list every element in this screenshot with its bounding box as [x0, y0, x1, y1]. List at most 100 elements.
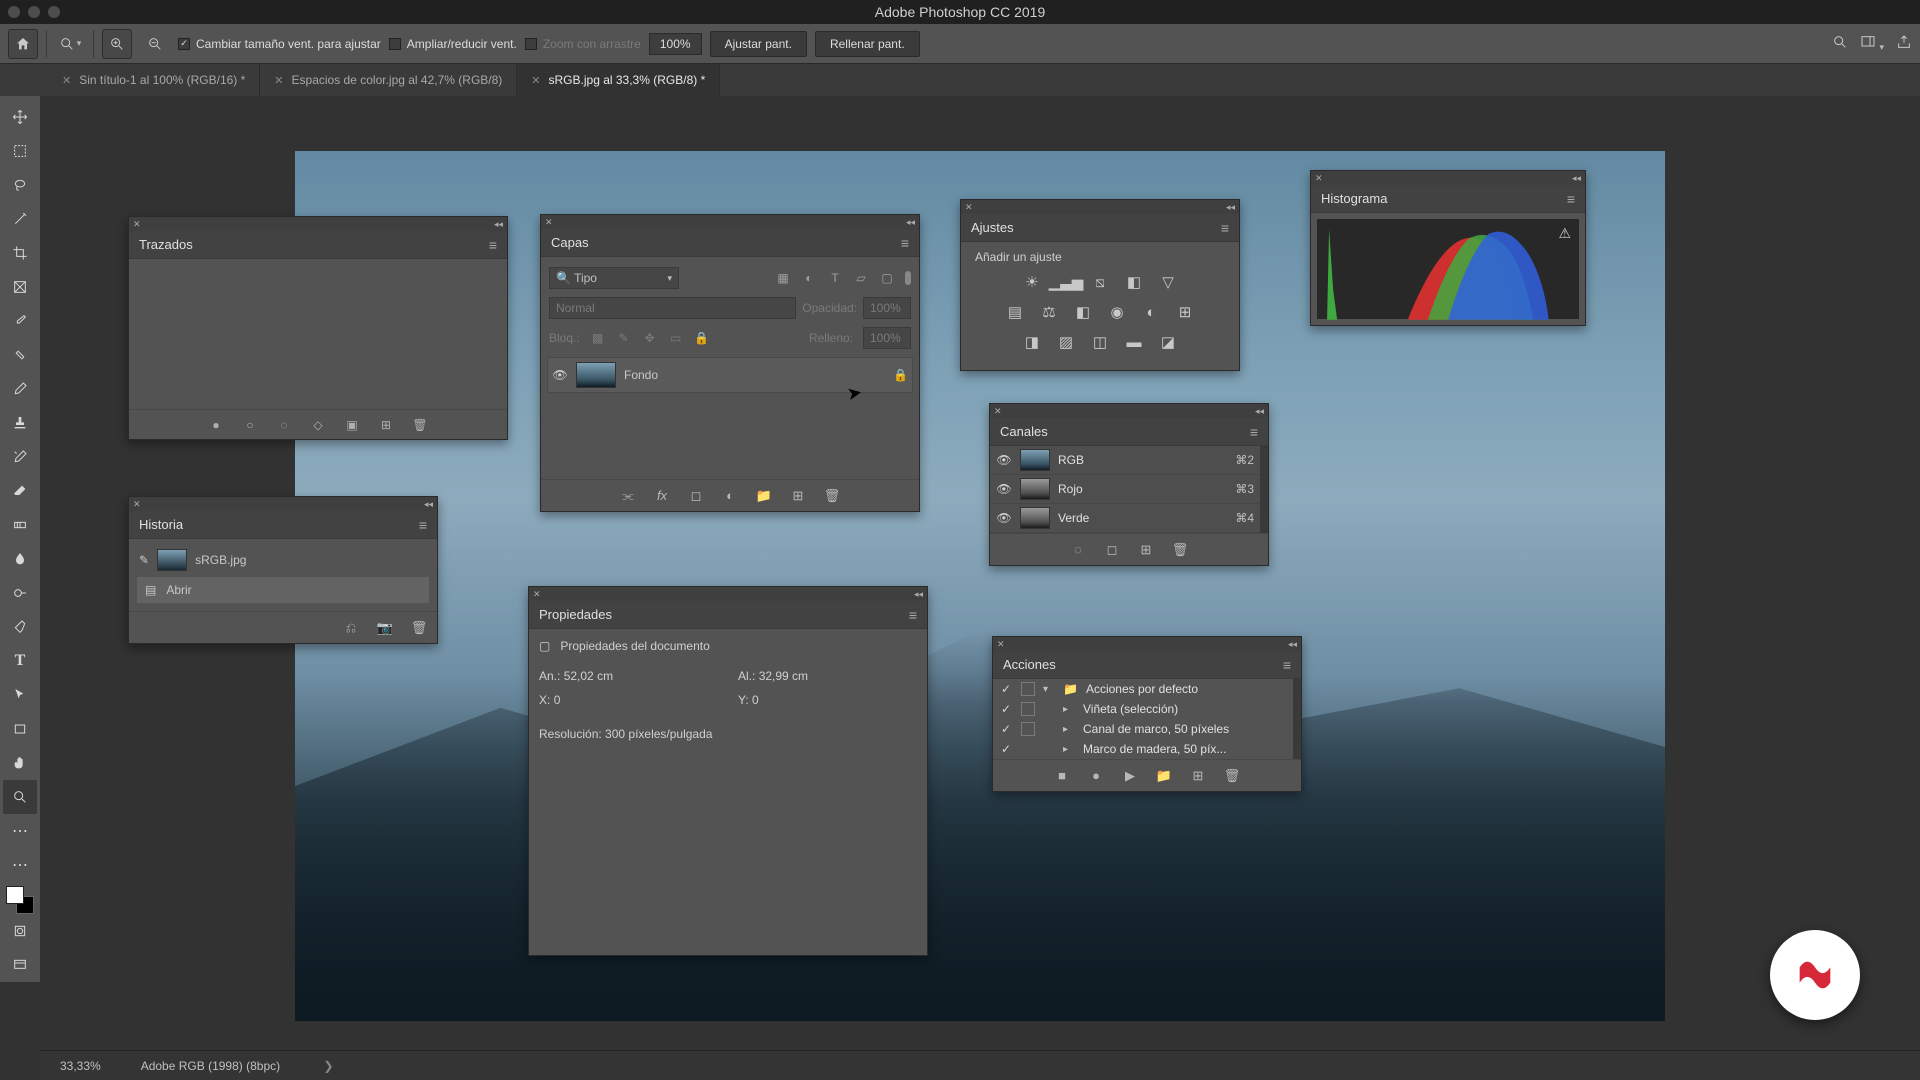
lookup-icon[interactable]: ⊞ [1175, 302, 1195, 322]
zoom-percentage-input[interactable]: 100% [649, 33, 702, 55]
chevron-right-icon[interactable]: ▸ [1063, 704, 1075, 715]
channel-mixer-icon[interactable]: ◐ [1141, 302, 1161, 322]
frame-tool[interactable] [3, 270, 37, 304]
curves-icon[interactable]: ⧅ [1090, 272, 1110, 292]
channel-item[interactable]: 👁RGB⌘2 [990, 446, 1260, 475]
collapse-icon[interactable]: ◂◂ [494, 219, 503, 230]
layer-filter-select[interactable]: 🔍 Tipo▾ [549, 267, 679, 289]
check-icon[interactable]: ✓ [999, 702, 1013, 716]
close-icon[interactable]: ✕ [531, 74, 540, 87]
blend-mode-select[interactable]: Normal [549, 297, 796, 319]
chevron-right-icon[interactable]: ❯ [320, 1059, 333, 1073]
invert-icon[interactable]: ◨ [1022, 332, 1042, 352]
zoom-in-button[interactable] [102, 29, 132, 59]
zoom-out-button[interactable] [140, 29, 170, 59]
posterize-icon[interactable]: ▨ [1056, 332, 1076, 352]
path-select-tool[interactable] [3, 678, 37, 712]
stroke-path-icon[interactable]: ○ [242, 417, 258, 433]
panel-menu-icon[interactable]: ≡ [489, 237, 497, 253]
panel-menu-icon[interactable]: ≡ [901, 235, 909, 251]
save-sel-icon[interactable]: ◻ [1104, 542, 1120, 558]
chevron-right-icon[interactable]: ▸ [1063, 724, 1075, 735]
filter-adjust-icon[interactable]: ◐ [801, 270, 817, 286]
home-button[interactable] [8, 29, 38, 59]
history-source[interactable]: ✎ sRGB.jpg [135, 545, 431, 575]
lasso-tool[interactable] [3, 168, 37, 202]
collapse-icon[interactable]: ◂◂ [1288, 639, 1297, 650]
load-sel-icon[interactable]: ◌ [1070, 542, 1086, 558]
close-icon[interactable]: ✕ [62, 74, 71, 87]
collapse-icon[interactable]: ◂◂ [1572, 173, 1581, 184]
exposure-icon[interactable]: ◧ [1124, 272, 1144, 292]
selective-color-icon[interactable]: ◪ [1158, 332, 1178, 352]
record-icon[interactable]: ● [1088, 768, 1104, 784]
levels-icon[interactable]: ▁▃▅ [1056, 272, 1076, 292]
new-layer-icon[interactable]: ⊞ [790, 488, 806, 504]
lock-artboard-icon[interactable]: ▭ [668, 330, 684, 346]
panel-layers[interactable]: ✕◂◂ Capas≡ 🔍 Tipo▾ ▦ ◐ T ▱ ▢ Normal Opac… [540, 214, 920, 512]
hand-tool[interactable] [3, 746, 37, 780]
pen-tool[interactable] [3, 610, 37, 644]
brush-tool[interactable] [3, 372, 37, 406]
new-set-icon[interactable]: 📁 [1156, 768, 1172, 784]
minimize-window-icon[interactable] [28, 6, 40, 18]
tab-document-3[interactable]: ✕sRGB.jpg al 33,3% (RGB/8) * [517, 64, 720, 96]
close-icon[interactable]: ✕ [1315, 173, 1323, 184]
adjustment-layer-icon[interactable]: ◐ [722, 488, 738, 504]
hue-icon[interactable]: ▤ [1005, 302, 1025, 322]
new-channel-icon[interactable]: ⊞ [1138, 542, 1154, 558]
more-tools-icon[interactable]: ⋯ [3, 814, 37, 848]
healing-tool[interactable] [3, 338, 37, 372]
modal-box[interactable] [1021, 682, 1035, 696]
modal-box[interactable] [1021, 722, 1035, 736]
eraser-tool[interactable] [3, 474, 37, 508]
panel-properties[interactable]: ✕◂◂ Propiedades≡ ▢ Propiedades del docum… [528, 586, 928, 956]
search-icon[interactable] [1832, 34, 1848, 53]
stop-icon[interactable]: ■ [1054, 768, 1070, 784]
lock-all-icon[interactable]: 🔒 [694, 330, 710, 346]
filter-smart-icon[interactable]: ▢ [879, 270, 895, 286]
wand-tool[interactable] [3, 202, 37, 236]
lock-icon[interactable]: 🔒 [893, 368, 908, 382]
delete-icon[interactable]: 🗑 [1172, 542, 1188, 558]
action-item[interactable]: ✓▸Marco de madera, 50 píx... [993, 739, 1293, 759]
filter-pixel-icon[interactable]: ▦ [775, 270, 791, 286]
history-brush-source-icon[interactable]: ✎ [139, 553, 149, 567]
collapse-icon[interactable]: ◂◂ [1255, 406, 1264, 417]
layer-fx-icon[interactable]: fx [654, 488, 670, 504]
scrollbar[interactable] [1293, 679, 1301, 759]
link-layers-icon[interactable]: ⫘ [620, 488, 636, 504]
threshold-icon[interactable]: ◫ [1090, 332, 1110, 352]
delete-icon[interactable]: 🗑 [1224, 768, 1240, 784]
action-folder[interactable]: ✓▾📁Acciones por defecto [993, 679, 1293, 699]
bw-icon[interactable]: ◧ [1073, 302, 1093, 322]
close-icon[interactable]: ✕ [133, 499, 141, 510]
modal-box[interactable] [1021, 742, 1035, 756]
visibility-icon[interactable]: 👁 [996, 482, 1012, 496]
add-mask-icon[interactable]: ▣ [344, 417, 360, 433]
lock-paint-icon[interactable]: ✎ [616, 330, 632, 346]
filter-toggle-icon[interactable] [905, 271, 911, 285]
chevron-right-icon[interactable]: ▸ [1063, 744, 1075, 755]
add-mask-icon[interactable]: ◻ [688, 488, 704, 504]
color-swatches[interactable] [6, 886, 34, 914]
panel-menu-icon[interactable]: ≡ [419, 517, 427, 533]
panel-histogram[interactable]: ✕◂◂ Histograma≡ ⚠ [1310, 170, 1586, 326]
fill-path-icon[interactable]: ● [208, 417, 224, 433]
rectangle-tool[interactable] [3, 712, 37, 746]
resize-window-checkbox[interactable]: ✓Cambiar tamaño vent. para ajustar [178, 37, 381, 51]
channel-item[interactable]: 👁Rojo⌘3 [990, 475, 1260, 504]
panel-channels[interactable]: ✕◂◂ Canales≡ 👁RGB⌘2 👁Rojo⌘3 👁Verde⌘4 ◌ ◻… [989, 403, 1269, 566]
gradient-map-icon[interactable]: ▬ [1124, 332, 1144, 352]
filter-shape-icon[interactable]: ▱ [853, 270, 869, 286]
close-icon[interactable]: ✕ [997, 639, 1005, 650]
scrollbar[interactable] [1260, 446, 1268, 533]
zoom-all-windows-checkbox[interactable]: Ampliar/reducir vent. [389, 37, 517, 51]
delete-icon[interactable]: 🗑 [411, 620, 427, 636]
play-icon[interactable]: ▶ [1122, 768, 1138, 784]
visibility-icon[interactable]: 👁 [552, 368, 568, 382]
check-icon[interactable]: ✓ [999, 722, 1013, 736]
check-icon[interactable]: ✓ [999, 682, 1013, 696]
tab-document-1[interactable]: ✕Sin título-1 al 100% (RGB/16) * [48, 64, 260, 96]
delete-icon[interactable]: 🗑 [412, 417, 428, 433]
